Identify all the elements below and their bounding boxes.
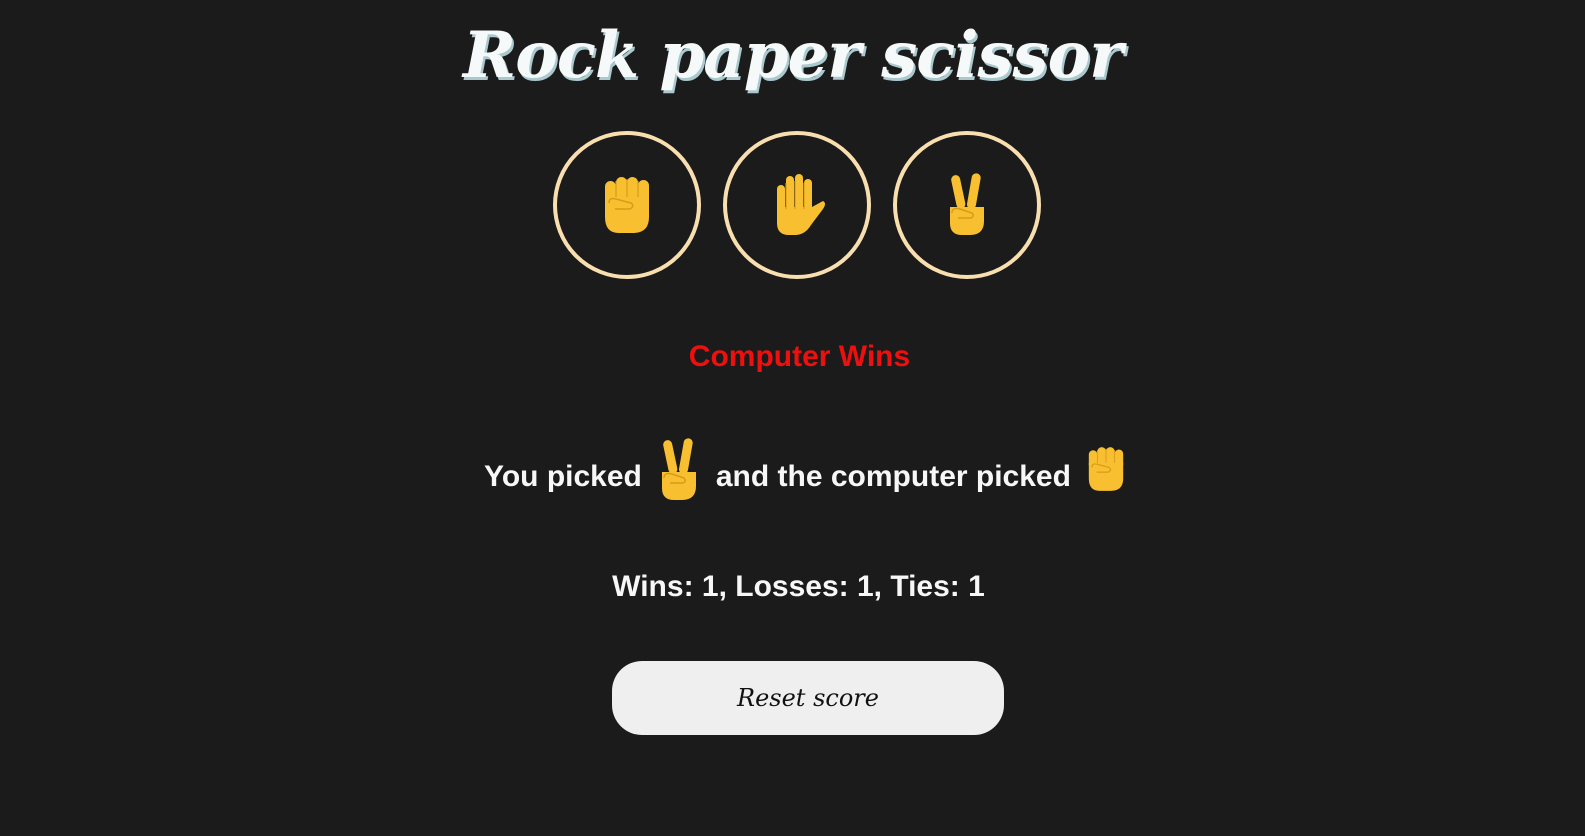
raised-fist-icon (599, 173, 655, 237)
paper-button[interactable] (722, 131, 871, 279)
score-display: Wins: 1, Losses: 1, Ties: 1 (612, 570, 985, 603)
victory-hand-icon (654, 438, 704, 502)
page-title: Rock paper scissor (463, 18, 1123, 93)
scissors-button[interactable] (892, 131, 1041, 279)
computer-pick-label: and the computer picked (715, 460, 1071, 493)
result-message: Computer Wins (688, 340, 911, 373)
choice-buttons (0, 131, 1585, 279)
raised-hand-icon (767, 173, 827, 237)
victory-hand-icon (942, 173, 992, 237)
rock-button[interactable] (552, 131, 701, 279)
moves-summary: You picked and the computer picked (0, 438, 1585, 502)
player-pick-label: You picked (484, 460, 642, 493)
raised-fist-icon (1079, 444, 1133, 494)
reset-score-button[interactable]: Reset score (612, 661, 1004, 735)
game-page: Rock paper scissor Computer Wins You pic… (0, 0, 1585, 836)
